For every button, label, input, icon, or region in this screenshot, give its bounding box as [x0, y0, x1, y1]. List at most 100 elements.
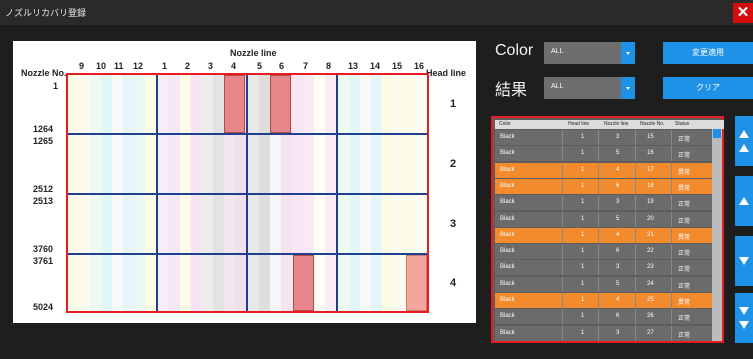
nozzle-line-number: 12: [133, 61, 144, 71]
nozzle-number: 3761: [33, 256, 54, 266]
table-cell: 異常: [678, 169, 691, 176]
table-cell: Black: [500, 231, 515, 238]
table-row[interactable]: Black 1 6 18 異常: [495, 178, 712, 194]
table-cell: 1: [581, 182, 585, 189]
table-cell: 1: [581, 329, 585, 336]
column-header: Nozzle line: [604, 121, 629, 127]
table-row[interactable]: Black 1 4 17 異常: [495, 162, 712, 178]
error-nozzle-cell[interactable]: [293, 255, 314, 311]
table-cell: 19: [647, 199, 654, 206]
table-cell: 4: [616, 231, 620, 238]
table-cell: 4: [616, 297, 620, 303]
result-select[interactable]: ALL: [544, 77, 635, 99]
head-line-label: 3: [450, 218, 457, 230]
nozzle-line-number: 11: [114, 61, 124, 71]
table-cell: 1: [581, 134, 585, 140]
result-label: 結果: [495, 82, 528, 99]
table-cell: 20: [647, 215, 654, 222]
table-cell: Black: [500, 199, 515, 206]
head-line-label: 1: [450, 98, 457, 110]
error-nozzle-cell[interactable]: [270, 75, 291, 133]
table-cell: Black: [500, 248, 515, 255]
table-scrollbar[interactable]: [712, 129, 722, 341]
scrollbar-thumb[interactable]: [713, 129, 721, 138]
nozzle-number: 2512: [33, 184, 54, 194]
table-row[interactable]: Black 1 4 25 異常: [495, 293, 712, 308]
table-cell: 5: [616, 215, 620, 222]
chevron-down-icon: [621, 77, 635, 99]
table-cell: 1: [581, 199, 585, 206]
table-cell: 正常: [678, 267, 691, 274]
close-icon[interactable]: ✕: [733, 3, 753, 23]
table-cell: 正常: [678, 218, 691, 225]
table-cell: 24: [647, 280, 654, 287]
chevron-down-icon: [621, 42, 635, 64]
table-cell: 1: [581, 297, 585, 303]
table-cell: 正常: [678, 251, 691, 258]
table-cell: 正常: [678, 283, 691, 290]
table-cell: 5: [616, 280, 620, 287]
table-cell: 正常: [678, 332, 691, 339]
table-cell: 1: [581, 280, 585, 287]
nozzle-line-number: 9: [79, 61, 85, 71]
table-cell: 16: [647, 150, 654, 157]
table-cell: 27: [647, 329, 654, 336]
table-cell: 正常: [678, 202, 691, 209]
table-row[interactable]: Black 1 5 20 正常: [495, 211, 712, 227]
table-cell: 23: [647, 264, 654, 271]
table-cell: 17: [647, 166, 654, 173]
chevron-down-icon: [739, 257, 749, 265]
table-cell: Black: [500, 313, 515, 320]
table-row[interactable]: Black 1 5 16 正常: [495, 146, 712, 162]
nozzle-line-header: Nozzle line: [230, 48, 277, 58]
table-row[interactable]: Black 1 3 23 正常: [495, 260, 712, 276]
nozzle-no-header: Nozzle No.: [21, 68, 67, 78]
nozzle-number: 1264: [33, 124, 54, 134]
table-cell: 3: [616, 264, 620, 271]
table-row[interactable]: Black 1 6 26 正常: [495, 309, 712, 325]
nozzle-line-number: 14: [370, 61, 381, 71]
table-row[interactable]: Black 1 3 27 正常: [495, 325, 712, 341]
error-nozzle-cell[interactable]: [406, 255, 427, 311]
table-cell: 1: [581, 231, 585, 238]
table-row[interactable]: Black 1 6 22 正常: [495, 244, 712, 260]
nozzle-grid[interactable]: [66, 73, 429, 313]
nozzle-status-table: Color Head line Nozzle line Nozzle No. S…: [491, 116, 724, 343]
apply-changes-button[interactable]: 変更適用: [663, 42, 753, 64]
column-header: Head line: [568, 121, 590, 127]
nozzle-number: 2513: [33, 196, 54, 206]
nozzle-line-number: 1: [162, 61, 168, 71]
table-cell: Black: [500, 297, 515, 303]
nozzle-line-number: 6: [279, 61, 285, 71]
nozzle-line-number: 4: [231, 61, 237, 71]
color-select[interactable]: ALL: [544, 42, 635, 64]
table-cell: 1: [581, 166, 585, 173]
table-row[interactable]: Black 1 3 19 正常: [495, 195, 712, 211]
scroll-to-top-button[interactable]: [735, 116, 753, 166]
error-nozzle-cell[interactable]: [224, 75, 245, 133]
nozzle-line-number: 10: [96, 61, 107, 71]
table-cell: 4: [616, 166, 620, 173]
table-row[interactable]: Black 1 3 15 正常: [495, 130, 712, 145]
color-label: Color: [495, 42, 534, 59]
table-cell: 異常: [678, 234, 691, 241]
scroll-to-bottom-button[interactable]: [735, 293, 753, 343]
nozzle-line-number: 2: [185, 61, 191, 71]
table-cell: 18: [647, 182, 654, 189]
nozzle-number: 1265: [33, 136, 54, 146]
nozzle-line-number: 15: [392, 61, 403, 71]
page-down-button[interactable]: [735, 236, 753, 286]
chevron-up-icon: [739, 197, 749, 205]
double-chevron-up-icon-part: [739, 144, 749, 152]
page-up-button[interactable]: [735, 176, 753, 226]
nozzle-line-number: 16: [414, 61, 425, 71]
table-row[interactable]: Black 1 5 24 正常: [495, 276, 712, 292]
clear-button[interactable]: クリア: [663, 77, 753, 99]
table-header: Color Head line Nozzle line Nozzle No. S…: [495, 120, 724, 129]
table-cell: 6: [616, 182, 620, 189]
head-line-label: 4: [450, 277, 457, 289]
table-row[interactable]: Black 1 4 21 異常: [495, 227, 712, 243]
nozzle-line-number: 8: [326, 61, 332, 71]
table-cell: Black: [500, 264, 515, 271]
table-cell: Black: [500, 134, 515, 140]
